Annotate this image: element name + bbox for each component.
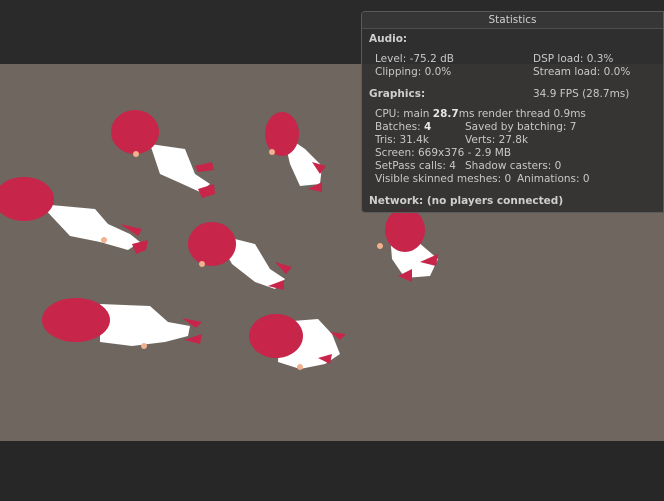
graphics-screen: Screen: 669x376 - 2.9 MB [375, 147, 512, 159]
character-5 [377, 208, 438, 282]
graphics-shadow-casters: Shadow casters: 0 [465, 160, 562, 172]
statistics-panel: Statistics Audio: Level: -75.2 dB DSP lo… [361, 11, 664, 213]
graphics-cpu: CPU: main 28.7ms render thread 0.9ms [375, 108, 586, 121]
audio-stream-load: Stream load: 0.0% [533, 66, 631, 78]
graphics-header: Graphics: [369, 88, 426, 100]
character-2 [265, 112, 326, 192]
character-6 [42, 298, 202, 349]
network-status: Network: (no players connected) [369, 195, 564, 207]
audio-level: Level: -75.2 dB [375, 53, 454, 65]
cpu-suffix: ms render thread 0.9ms [458, 108, 586, 120]
graphics-saved-by-batching: Saved by batching: 7 [465, 121, 577, 133]
graphics-setpass-calls: SetPass calls: 4 [375, 160, 456, 172]
audio-header: Audio: [369, 33, 408, 45]
character-4 [188, 222, 292, 290]
cpu-prefix: CPU: main [375, 108, 433, 120]
audio-dsp-load: DSP load: 0.3% [533, 53, 614, 65]
bottom-bar [0, 441, 664, 501]
graphics-batches: Batches: 4 [375, 121, 431, 134]
character-3 [0, 177, 148, 254]
graphics-verts: Verts: 27.8k [465, 134, 529, 146]
cpu-main-value: 28.7 [432, 108, 459, 120]
graphics-visible-skinned-meshes: Visible skinned meshes: 0 [375, 173, 512, 185]
audio-clipping: Clipping: 0.0% [375, 66, 452, 78]
graphics-animations: Animations: 0 [517, 173, 590, 185]
statistics-title: Statistics [362, 12, 663, 29]
graphics-tris: Tris: 31.4k [375, 134, 429, 146]
batches-value: 4 [424, 121, 432, 133]
batches-prefix: Batches: [375, 121, 424, 133]
character-7 [249, 314, 346, 370]
character-1 [111, 110, 215, 198]
graphics-fps: 34.9 FPS (28.7ms) [533, 88, 630, 100]
